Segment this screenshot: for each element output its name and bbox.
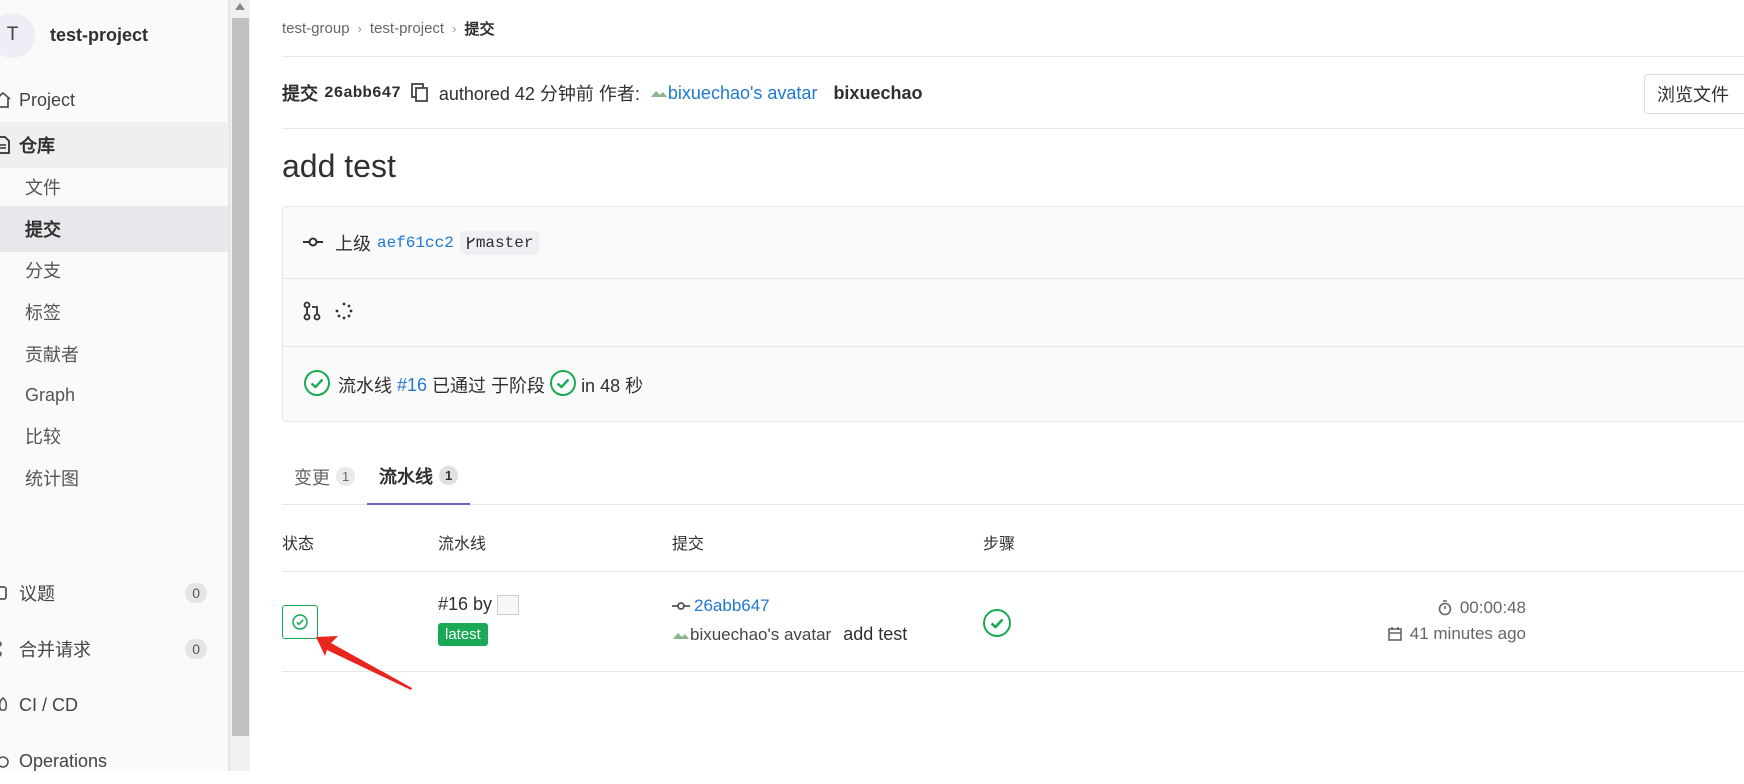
annotation-arrow — [316, 636, 412, 690]
